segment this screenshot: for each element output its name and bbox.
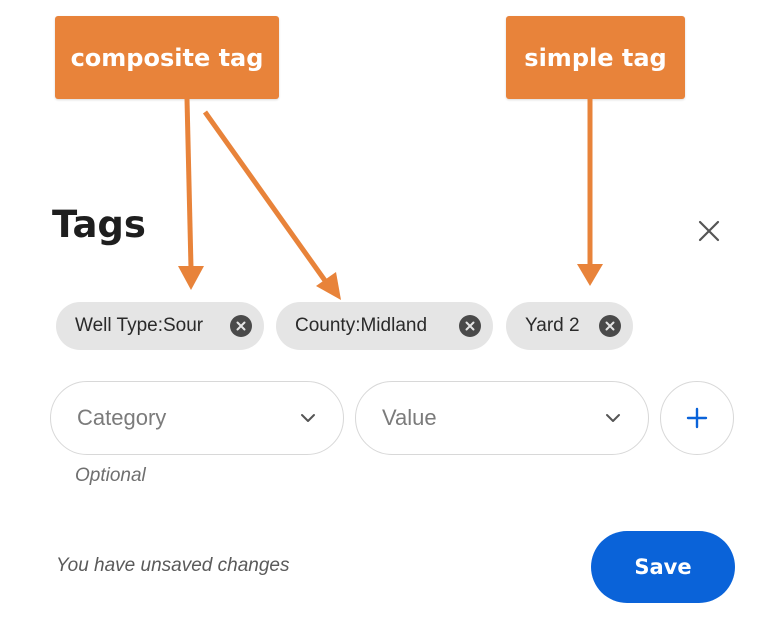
value-select[interactable]: Value [355,381,649,455]
arrow-composite-2 [202,110,329,284]
tag-chip: Yard 2 [506,302,633,350]
arrow-composite-2-head [316,272,341,300]
arrow-composite-1 [184,98,194,269]
unsaved-status: You have unsaved changes [56,555,290,576]
arrow-simple-head [577,264,603,286]
tag-chip: County:Midland [276,302,493,350]
value-placeholder: Value [382,405,437,430]
annotation-composite-label: composite tag [70,43,264,72]
arrow-composite-1-head [178,266,204,290]
tag-chip-label: County:Midland [295,315,428,336]
tag-chip-label: Yard 2 [525,315,580,336]
close-icon [698,220,720,242]
tag-chip: Well Type:Sour [56,302,264,350]
category-select[interactable]: Category [50,381,344,455]
remove-circle-icon[interactable] [230,315,252,337]
add-tag-button[interactable] [660,381,734,455]
annotation-composite-tag: composite tag [55,16,279,99]
tag-chip-label: Well Type:Sour [75,315,204,336]
plus-icon [686,407,708,429]
category-placeholder: Category [77,405,167,430]
panel-title: Tags [52,203,146,246]
chevron-down-icon [606,414,620,422]
remove-circle-icon[interactable] [459,315,481,337]
category-hint: Optional [75,465,146,486]
remove-circle-icon[interactable] [599,315,621,337]
annotation-simple-tag: simple tag [506,16,685,99]
annotation-simple-label: simple tag [524,43,667,72]
save-button[interactable]: Save [591,531,735,603]
chevron-down-icon [301,414,315,422]
close-button[interactable] [690,212,728,250]
